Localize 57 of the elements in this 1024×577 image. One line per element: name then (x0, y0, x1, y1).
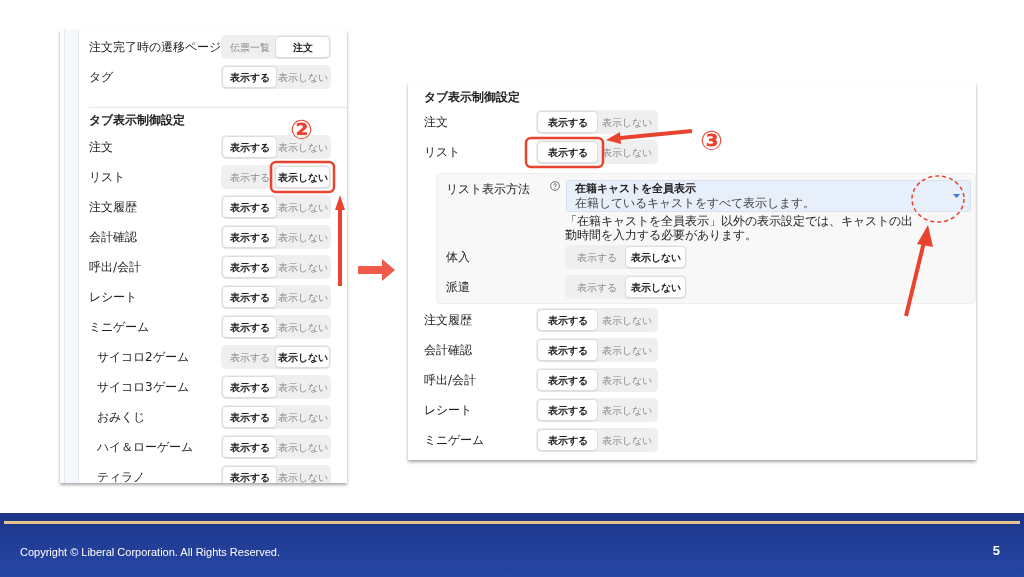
segment-option[interactable]: 表示する (223, 227, 276, 247)
setting-label: リスト表示方法 (446, 181, 531, 198)
segment-option[interactable]: 表示する (223, 437, 276, 457)
help-note: 「在籍キャストを全員表示」以外の表示設定では、キャストの出勤時間を入力する必要があります。 (565, 214, 914, 242)
select-field[interactable]: 在籍キャストを全員表示 在籍しているキャストをすべて表示します。 (566, 180, 971, 212)
segment-option[interactable]: 表示する (538, 142, 597, 162)
section-heading: タブ表示制御設定 (424, 89, 520, 106)
segment-option[interactable]: 表示する (538, 430, 597, 450)
segment-option[interactable]: 表示する (223, 197, 276, 217)
segment-option[interactable]: 表示する (223, 467, 276, 483)
setting-label: レシート (89, 289, 138, 306)
page-number: 5 (992, 542, 1000, 560)
setting-label: 派遣 (446, 279, 471, 296)
segment-option[interactable]: 表示しない (276, 167, 329, 187)
segment-option[interactable]: 注文 (276, 37, 329, 57)
copyright-text: Copyright © Liberal Corporation. All Rights Reserved. (20, 545, 280, 560)
setting-label: 注文履歴 (424, 312, 473, 329)
selected-value: 在籍キャストを全員表示 (575, 182, 697, 196)
setting-label: ミニゲーム (89, 319, 150, 336)
segment-option[interactable]: 表示する (223, 257, 276, 277)
segment-option[interactable]: 表示する (223, 317, 276, 337)
setting-label: 呼出/会計 (424, 372, 478, 389)
setting-label: ハイ＆ローゲーム (96, 439, 194, 456)
setting-label: 会計確認 (424, 342, 473, 359)
segment-option[interactable]: 表示する (223, 407, 276, 427)
setting-label: 注文完了時の遷移ページ (89, 39, 221, 56)
setting-label: レシート (424, 402, 473, 419)
setting-label: リスト (89, 169, 126, 186)
segment-option[interactable]: 表示しない (626, 277, 685, 297)
setting-label: リスト (424, 144, 461, 161)
step-number: ③ (700, 127, 723, 154)
setting-label: 会計確認 (89, 229, 138, 246)
segment-option[interactable]: 表示する (538, 400, 597, 420)
segment-option[interactable]: 表示する (538, 340, 597, 360)
setting-label: 呼出/会計 (89, 259, 143, 276)
segment-option[interactable]: 表示する (223, 67, 276, 87)
setting-label: ミニゲーム (424, 432, 485, 449)
setting-label: サイコロ2ゲーム (96, 349, 190, 366)
segment-option[interactable]: 表示する (223, 137, 276, 157)
setting-label: ティラノ (96, 469, 146, 483)
setting-label: 体入 (446, 249, 471, 266)
segment-option[interactable]: 表示しない (626, 247, 685, 267)
segment-option[interactable]: 表示しない (276, 347, 329, 367)
segment-option[interactable]: 表示する (538, 310, 597, 330)
step-number: ② (290, 116, 313, 143)
setting-label: 注文履歴 (89, 199, 138, 216)
setting-label: おみくじ (96, 409, 146, 426)
option-description: 在籍しているキャストをすべて表示します。 (575, 196, 816, 210)
setting-label: タグ (89, 69, 114, 86)
section-heading: タブ表示制御設定 (89, 112, 185, 129)
setting-label: サイコロ3ゲーム (96, 379, 190, 396)
setting-label: 注文 (424, 114, 449, 131)
segment-option[interactable]: 表示する (538, 370, 597, 390)
segment-option[interactable]: 表示する (223, 287, 276, 307)
segment-option[interactable]: 表示する (223, 377, 276, 397)
setting-label: 注文 (89, 139, 114, 156)
segment-option[interactable]: 表示する (538, 112, 597, 132)
